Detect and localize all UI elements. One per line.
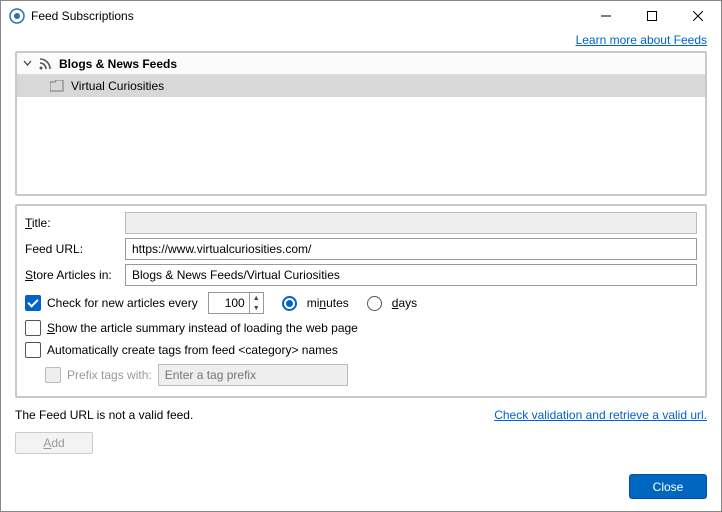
minutes-label: minutes <box>307 296 349 310</box>
window-title: Feed Subscriptions <box>31 9 134 23</box>
spinner-up-icon: ▲ <box>250 293 263 303</box>
tree-item-label: Virtual Curiosities <box>69 79 164 93</box>
tree-root-label: Blogs & News Feeds <box>57 57 177 71</box>
close-button[interactable]: Close <box>629 474 707 499</box>
spinner-down-icon: ▼ <box>250 303 263 313</box>
window: Feed Subscriptions Learn more about Feed… <box>0 0 722 512</box>
window-controls <box>583 1 721 31</box>
tree-item[interactable]: Virtual Curiosities <box>17 75 705 97</box>
prefix-tags-checkbox <box>45 367 61 383</box>
store-input[interactable] <box>125 264 697 286</box>
feed-url-input[interactable] <box>125 238 697 260</box>
maximize-button[interactable] <box>629 1 675 31</box>
form-panel: Title: Feed URL: Store Articles in: Chec… <box>15 204 707 398</box>
add-button: Add <box>15 432 93 454</box>
rss-icon <box>37 56 53 72</box>
interval-spinner[interactable]: 100 ▲▼ <box>208 292 264 314</box>
app-icon <box>9 8 25 24</box>
show-summary-checkbox[interactable] <box>25 320 41 336</box>
titlebar: Feed Subscriptions <box>1 1 721 31</box>
tree-root[interactable]: Blogs & News Feeds <box>17 53 705 75</box>
feed-tree[interactable]: Blogs & News Feeds Virtual Curiosities <box>15 51 707 196</box>
store-label: Store Articles in: <box>25 268 125 282</box>
auto-tags-checkbox[interactable] <box>25 342 41 358</box>
auto-tags-label: Automatically create tags from feed <cat… <box>47 343 338 357</box>
check-every-label: Check for new articles every <box>47 296 198 310</box>
feed-url-label: Feed URL: <box>25 242 125 256</box>
title-input[interactable] <box>125 212 697 234</box>
prefix-tags-label: Prefix tags with: <box>67 368 152 382</box>
title-label: Title: <box>25 216 125 230</box>
close-window-button[interactable] <box>675 1 721 31</box>
check-validation-link[interactable]: Check validation and retrieve a valid ur… <box>494 408 707 422</box>
days-radio[interactable] <box>367 296 382 311</box>
folder-icon <box>49 78 65 94</box>
prefix-tags-input <box>158 364 348 386</box>
minutes-radio[interactable] <box>282 296 297 311</box>
show-summary-label: Show the article summary instead of load… <box>47 321 358 335</box>
status-text: The Feed URL is not a valid feed. <box>15 408 494 422</box>
chevron-down-icon[interactable] <box>21 59 33 68</box>
minimize-button[interactable] <box>583 1 629 31</box>
check-every-checkbox[interactable] <box>25 295 41 311</box>
days-label: days <box>392 296 417 310</box>
help-link[interactable]: Learn more about Feeds <box>576 33 707 47</box>
